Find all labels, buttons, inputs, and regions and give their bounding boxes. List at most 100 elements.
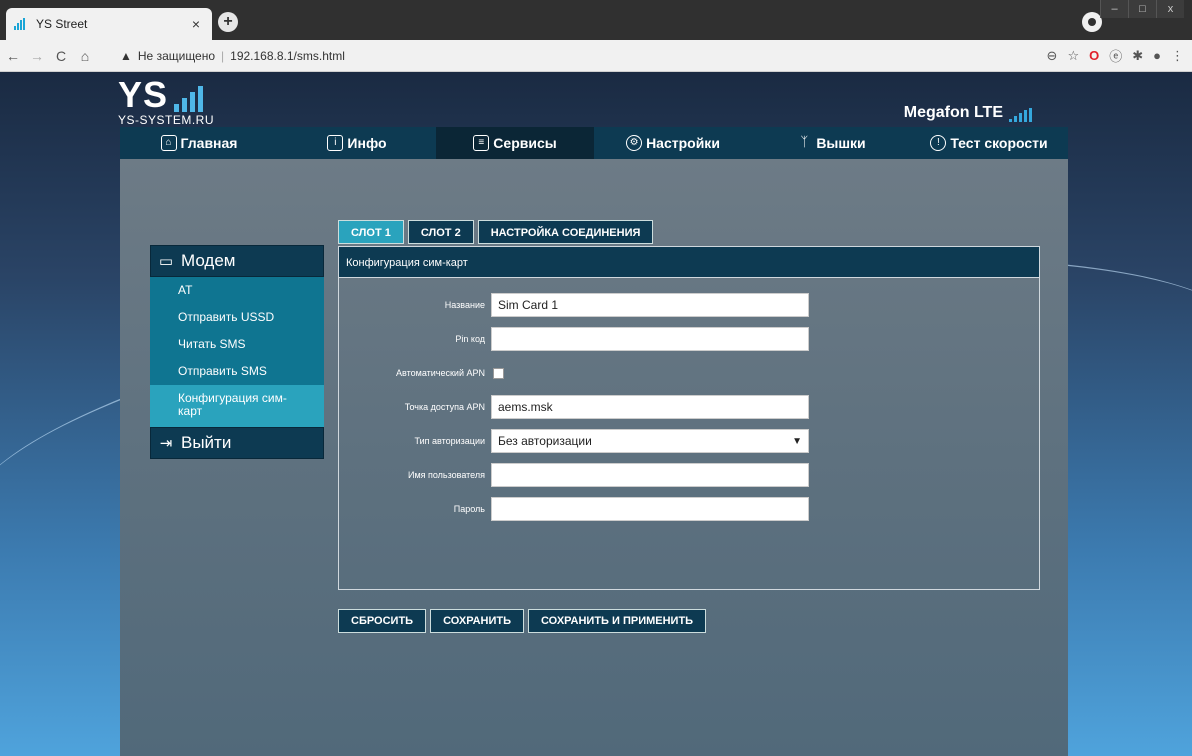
sidebar-logout[interactable]: ⇥ Выйти [150,427,324,459]
nav-home-label: Главная [180,135,238,151]
logout-icon: ⇥ [159,435,173,452]
chevron-down-icon: ▼ [792,435,802,447]
warning-icon: ▲ [120,49,132,63]
auth-type-select[interactable]: Без авторизации ▼ [491,429,809,453]
account-icon[interactable]: ● [1153,48,1161,63]
address-bar: ← → C ⌂ ▲ Не защищено | 192.168.8.1/sms.… [0,40,1192,72]
main-nav: ⌂ Главная i Инфо ≡ Сервисы ⚙ Настройки ᛉ… [120,127,1068,159]
browser-tab-bar: YS Street × + – □ x [0,0,1192,40]
url-field[interactable]: ▲ Не защищено | 192.168.8.1/sms.html [120,44,1050,68]
apn-label: Точка доступа APN [404,402,485,412]
minimize-button[interactable]: – [1100,0,1128,18]
auth-type-value: Без авторизации [498,434,592,448]
password-field[interactable] [491,497,809,521]
row-pin: Pin код [339,327,1039,351]
window-controls: – □ x [1100,0,1184,18]
maximize-button[interactable]: □ [1128,0,1156,18]
close-tab-icon[interactable]: × [188,16,204,32]
tab-title: YS Street [36,17,88,31]
close-window-button[interactable]: x [1156,0,1184,18]
home-button-icon[interactable]: ⌂ [74,48,96,64]
forward-icon[interactable]: → [26,48,48,64]
sidebar: ▭ Модем AT Отправить USSD Читать SMS Отп… [150,245,324,459]
browser-tab[interactable]: YS Street × [6,8,212,40]
nav-home[interactable]: ⌂ Главная [120,127,278,159]
home-icon: ⌂ [160,135,177,151]
sim-config-form: Конфигурация сим-карт Название Sim Card … [338,246,1040,590]
sidebar-item-read-sms[interactable]: Читать SMS [150,331,324,358]
antenna-icon: ᛉ [800,134,809,149]
new-tab-button[interactable]: + [218,12,238,32]
nav-speedtest[interactable]: ! Тест скорости [910,127,1068,159]
nav-settings-label: Настройки [646,135,720,151]
sidebar-items: AT Отправить USSD Читать SMS Отправить S… [150,277,324,427]
sidebar-item-send-sms[interactable]: Отправить SMS [150,358,324,385]
bookmark-star-icon[interactable]: ☆ [1067,48,1079,64]
chat-icon: ≡ [473,135,490,151]
menu-kebab-icon[interactable]: ⋮ [1171,48,1184,64]
opera-extension-icon[interactable]: O [1089,48,1099,63]
auto-apn-label: Автоматический APN [396,368,485,378]
sidebar-item-at[interactable]: AT [150,277,324,304]
apn-field[interactable]: aems.msk [491,395,809,419]
url-text: 192.168.8.1/sms.html [230,49,345,63]
nav-speedtest-label: Тест скорости [950,135,1048,151]
sidebar-section-modem[interactable]: ▭ Модем [150,245,324,277]
name-field[interactable]: Sim Card 1 [491,293,809,317]
extension-icon[interactable]: ⓔ [1109,46,1122,65]
sidebar-item-send-ussd[interactable]: Отправить USSD [150,304,324,331]
operator-brand: Megafon LTE [904,104,1032,122]
nav-services-label: Сервисы [493,135,557,151]
not-secure-label: Не защищено [137,49,216,63]
signal-strength-icon [1009,108,1032,122]
chat-icon: ▭ [158,253,174,270]
reset-button[interactable]: СБРОСИТЬ [338,609,427,633]
back-icon[interactable]: ← [2,48,24,64]
nav-services[interactable]: ≡ Сервисы [436,127,594,159]
gear-icon: ⚙ [626,135,643,151]
operator-name: Megafon LTE [903,104,1003,121]
nav-towers-label: Вышки [816,135,866,151]
save-apply-button[interactable]: СОХРАНИТЬ И ПРИМЕНИТЬ [528,609,707,633]
nav-towers[interactable]: ᛉ Вышки [752,127,910,159]
form-title: Конфигурация сим-карт [339,247,1039,278]
reload-icon[interactable]: C [50,48,72,64]
row-auth: Тип авторизации Без авторизации ▼ [339,429,1039,453]
slot-tabs: СЛОТ 1 СЛОТ 2 НАСТРОЙКА СОЕДИНЕНИЯ [338,220,654,244]
username-label: Имя пользователя [407,470,485,480]
nav-info[interactable]: i Инфо [278,127,436,159]
password-label: Пароль [453,504,485,514]
tab-connection-settings[interactable]: НАСТРОЙКА СОЕДИНЕНИЯ [477,220,654,244]
row-auto-apn: Автоматический APN [339,361,1039,385]
name-label: Название [444,300,485,310]
sidebar-section-title: Модем [181,251,236,270]
save-button[interactable]: СОХРАНИТЬ [430,609,525,633]
auto-apn-checkbox[interactable] [493,367,504,379]
username-field[interactable] [491,463,809,487]
profile-icon[interactable] [1082,12,1102,32]
form-actions: СБРОСИТЬ СОХРАНИТЬ СОХРАНИТЬ И ПРИМЕНИТЬ [338,609,707,633]
speed-icon: ! [930,135,947,151]
info-icon: i [327,135,344,151]
url-separator: | [221,49,225,63]
row-username: Имя пользователя [339,463,1039,487]
zoom-icon[interactable]: ⊖ [1047,48,1058,64]
nav-settings[interactable]: ⚙ Настройки [594,127,752,159]
row-name: Название Sim Card 1 [339,293,1039,317]
pin-field[interactable] [491,327,809,351]
browser-toolbar: ⊖ ☆ O ⓔ ✱ ● ⋮ [1047,46,1184,65]
pin-label: Pin код [455,334,485,344]
tab-slot-1[interactable]: СЛОТ 1 [338,220,404,244]
row-apn: Точка доступа APN aems.msk [339,395,1039,419]
row-password: Пароль [339,497,1039,521]
logo-text: YS [118,74,169,115]
signal-favicon-icon [14,18,28,30]
auth-label: Тип авторизации [414,436,486,446]
tab-slot-2[interactable]: СЛОТ 2 [407,220,474,244]
logout-label: Выйти [181,433,232,452]
ys-logo[interactable]: YS YS-SYSTEM.RU [118,74,215,128]
puzzle-extensions-icon[interactable]: ✱ [1132,48,1143,64]
logo-subtitle: YS-SYSTEM.RU [118,113,215,127]
logo-signal-icon [174,82,204,112]
sidebar-item-sim-config[interactable]: Конфигурация сим-карт [150,385,324,427]
